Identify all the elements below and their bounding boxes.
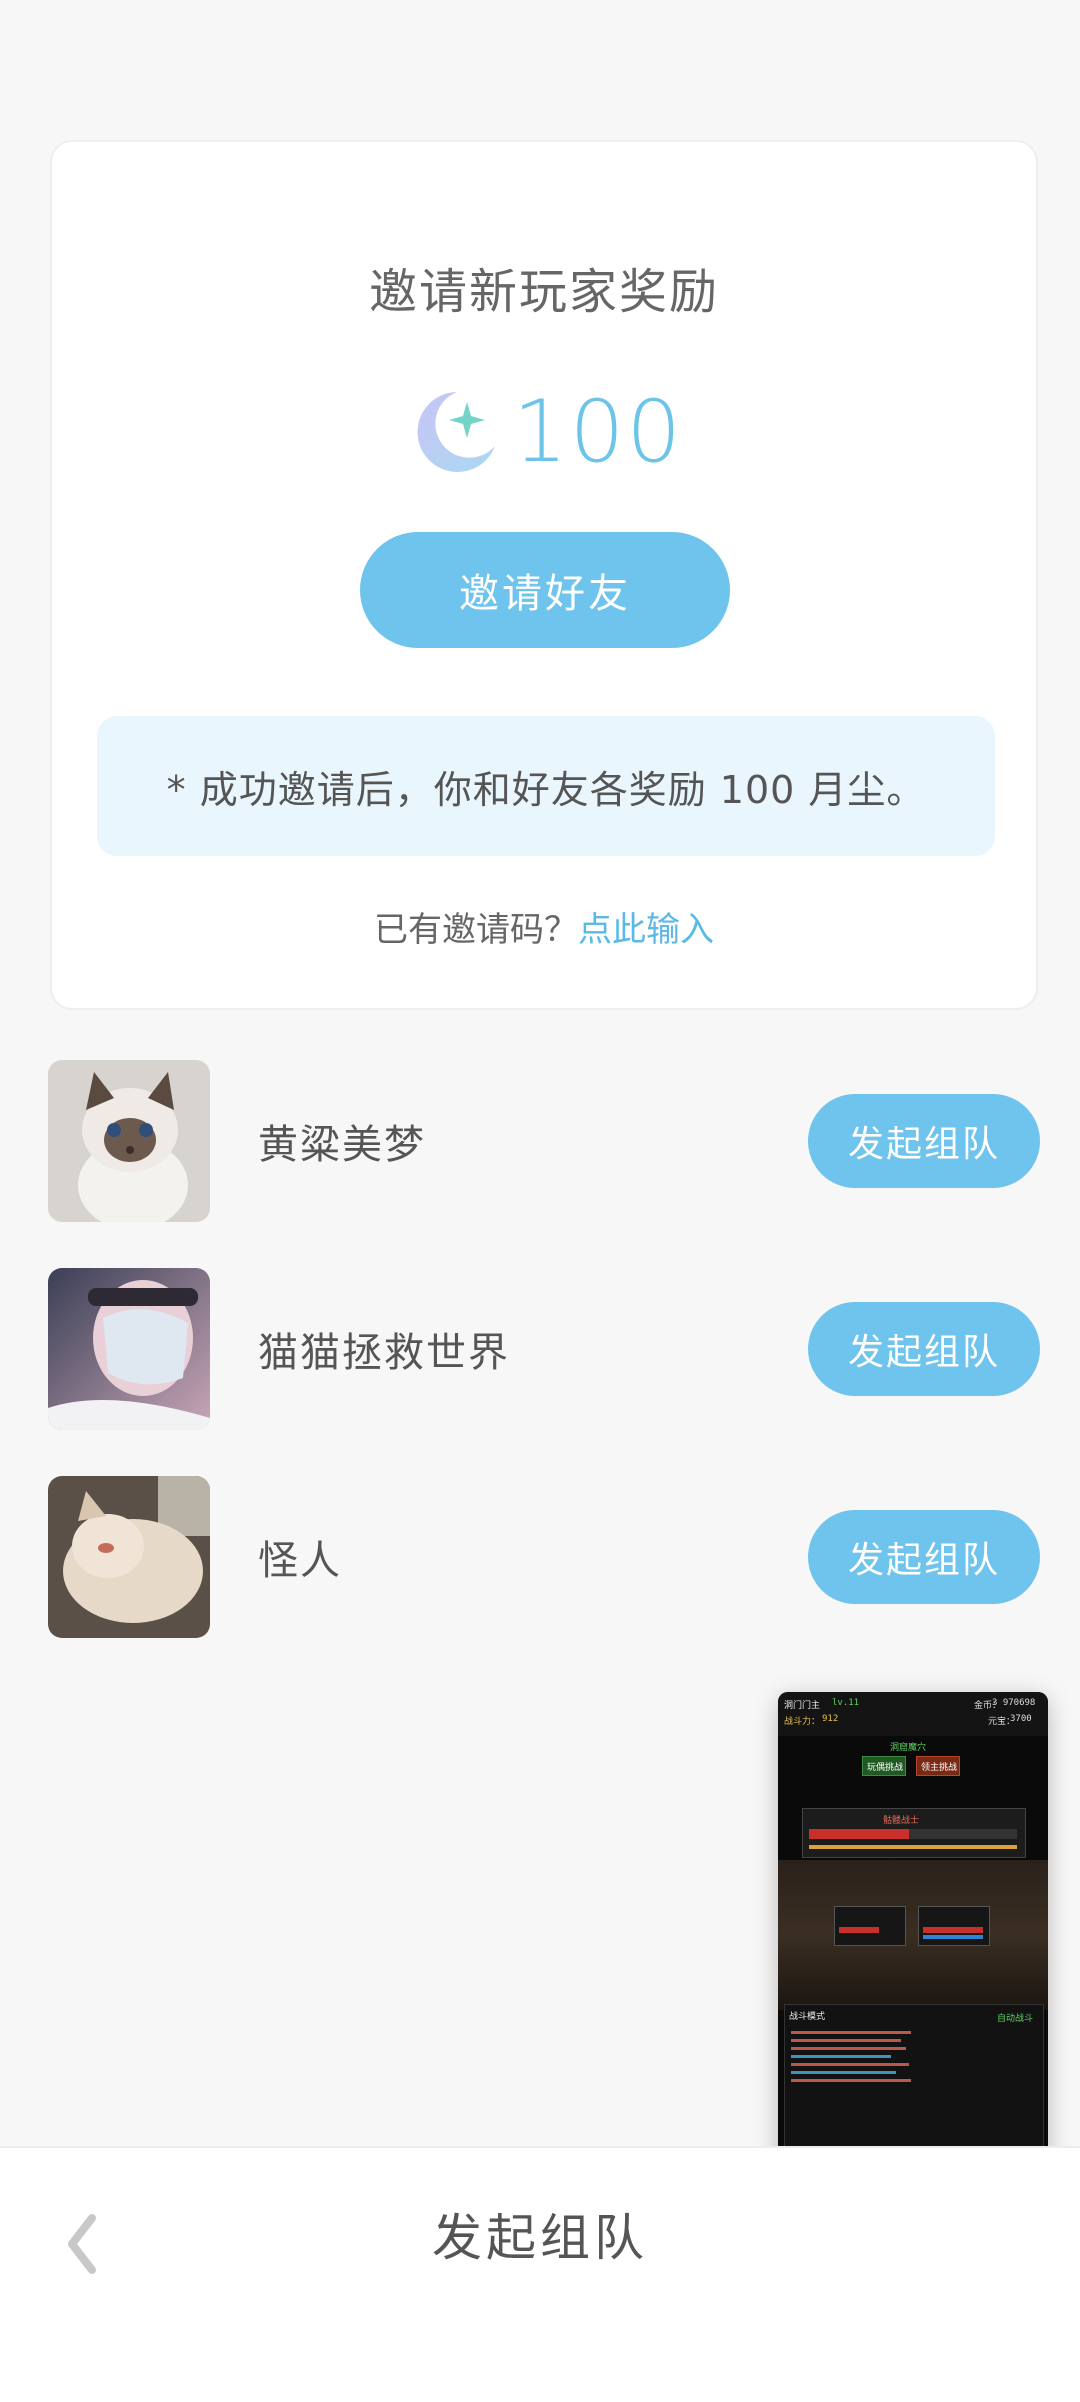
game-power-label: 战斗力： xyxy=(784,1717,821,1727)
ally-mp-bar xyxy=(923,1935,983,1939)
bottom-bar: 发起组队 xyxy=(0,2146,1080,2402)
invite-friends-button[interactable]: 邀请好友 xyxy=(360,532,730,648)
start-team-button[interactable]: 发起组队 xyxy=(808,1094,1040,1188)
page-title: 发起组队 xyxy=(432,2209,648,2267)
friend-name: 猫猫拯救世界 xyxy=(258,1330,510,1376)
enemy-hp-bar xyxy=(809,1829,909,1839)
friend-name: 黄粱美梦 xyxy=(258,1122,426,1168)
avatar xyxy=(48,1060,210,1222)
game-level: lv.11 xyxy=(832,1698,860,1708)
log-line xyxy=(791,2055,891,2058)
log-line xyxy=(791,2047,906,2050)
game-auto-label[interactable]: 自动战斗 xyxy=(997,2011,1033,2024)
game-log-title: 战斗模式 xyxy=(789,2012,826,2022)
log-line xyxy=(791,2031,911,2034)
game-gold: 3 970698 xyxy=(992,1698,1036,1708)
log-line xyxy=(791,2063,909,2066)
game-challenge-label: 玩偶挑战 xyxy=(867,1763,904,1773)
start-team-button[interactable]: 发起组队 xyxy=(808,1510,1040,1604)
game-location: 洞门门主 xyxy=(784,1701,821,1711)
moon-star-icon xyxy=(405,380,505,484)
game-boss-label: 领主挑战 xyxy=(921,1763,958,1773)
ally-panel xyxy=(918,1906,990,1946)
reward-row: 100 xyxy=(52,372,1036,492)
game-enemy-name: 骷髅战士 xyxy=(883,1816,920,1826)
invite-card: 邀请新玩家奖励 100 邀请好友 * 成功邀请后，你和好友各奖励 100 月尘。… xyxy=(50,140,1038,1010)
log-line xyxy=(791,2039,901,2042)
ally-hp-bar xyxy=(923,1927,983,1933)
log-line xyxy=(791,2079,911,2082)
game-challenge-button[interactable]: 玩偶挑战 xyxy=(862,1756,906,1776)
friend-item: 猫猫拯救世界 发起组队 xyxy=(48,1268,1040,1430)
player-hp-bar xyxy=(839,1927,879,1933)
invite-code-row: 已有邀请码？点此输入 xyxy=(52,902,1036,951)
game-battle-scene xyxy=(778,1860,1048,2010)
game-stage: 洞窟魔穴 xyxy=(890,1743,927,1753)
player-panel xyxy=(834,1906,906,1946)
enter-invite-code-link[interactable]: 点此输入 xyxy=(578,910,714,950)
reward-amount: 100 xyxy=(512,382,684,482)
friend-name: 怪人 xyxy=(258,1538,342,1584)
invite-title: 邀请新玩家奖励 xyxy=(368,264,719,320)
game-enemy-panel: 骷髅战士 xyxy=(802,1808,1026,1858)
reward-notice: * 成功邀请后，你和好友各奖励 100 月尘。 xyxy=(97,716,995,856)
floating-game-window[interactable]: 洞门门主 lv.11 战斗力： 912 金币： 3 970698 元宝： 370… xyxy=(778,1692,1048,2172)
start-team-button[interactable]: 发起组队 xyxy=(808,1302,1040,1396)
friend-item: 怪人 发起组队 xyxy=(48,1476,1040,1638)
avatar xyxy=(48,1268,210,1430)
friend-item: 黄粱美梦 发起组队 xyxy=(48,1060,1040,1222)
game-log-panel: 战斗模式 自动战斗 xyxy=(784,2004,1044,2166)
game-boss-button[interactable]: 领主挑战 xyxy=(916,1756,960,1776)
enemy-hp-track xyxy=(909,1829,1017,1839)
invite-code-prompt: 已有邀请码？ xyxy=(374,910,578,950)
avatar xyxy=(48,1476,210,1638)
enemy-mp-bar xyxy=(809,1845,1017,1849)
game-power: 912 xyxy=(822,1714,839,1724)
game-exp: 3700 xyxy=(1010,1714,1032,1724)
log-line xyxy=(791,2071,896,2074)
